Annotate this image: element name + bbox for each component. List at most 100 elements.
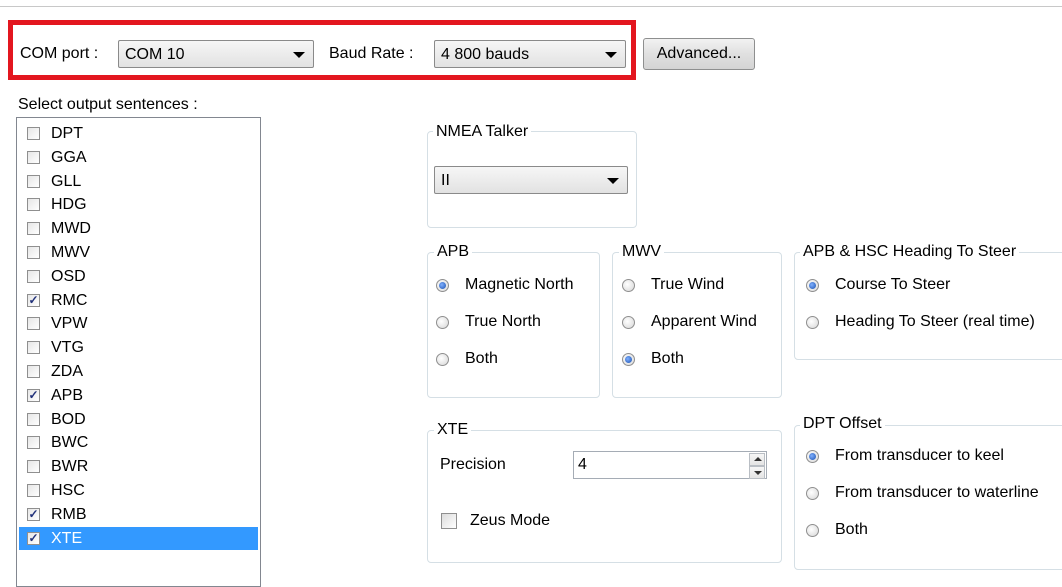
sentence-checkbox[interactable] [27,150,40,164]
radio-dot [809,453,816,460]
radio-dot [625,356,632,363]
apb-radio[interactable] [436,279,449,292]
list-item[interactable]: ✓ APB [19,384,258,407]
sentences-listbox[interactable]: DPT GGA GLL HDG MWD MWV OSD ✓ RMC VPW VTG ZDA ✓ APB BO… [16,117,261,587]
baud-rate-label: Baud Rate : [329,45,414,62]
list-item[interactable]: MWD [19,217,258,240]
sentence-checkbox[interactable] [27,484,40,497]
sentence-checkbox[interactable] [27,365,40,378]
list-item[interactable]: OSD [19,265,258,288]
sentence-label: HDG [51,196,87,214]
apb-radio[interactable] [436,353,449,366]
list-item[interactable]: BOD [19,408,258,431]
stepper-up-button[interactable] [749,453,765,466]
list-item[interactable]: VPW [19,312,258,335]
sentence-label: RMB [51,505,87,523]
list-item[interactable]: ✓ RMC [19,289,258,312]
sentence-label: OSD [51,267,86,285]
arrow-down-icon [754,471,762,475]
sentence-checkbox[interactable] [27,317,40,331]
sentence-checkbox[interactable] [27,127,40,140]
sentence-label: RMC [51,291,88,309]
arrow-up-icon [754,457,762,461]
chevron-down-icon [605,52,617,58]
dpt-radio[interactable] [806,487,819,500]
xte-group [427,430,782,563]
sentence-checkbox[interactable]: ✓ [27,293,40,307]
dpt-option-label: From transducer to waterline [835,484,1039,501]
mwv-radio[interactable] [622,279,635,292]
sentence-label: BWC [51,434,89,452]
chevron-down-icon [293,52,305,58]
sentences-label: Select output sentences : [18,96,198,113]
sentence-checkbox[interactable] [27,341,40,355]
list-item[interactable]: VTG [19,336,258,359]
steer-radio[interactable] [806,316,819,329]
sentence-label: MWV [51,244,91,261]
sentence-checkbox[interactable]: ✓ [27,531,40,545]
list-item[interactable]: GLL [19,170,258,193]
sentence-label: GLL [51,172,82,190]
nmea-talker-title: NMEA Talker [433,122,532,142]
sentence-label: VTG [51,339,84,357]
sentence-checkbox[interactable] [27,460,40,474]
sentence-label: APB [51,386,84,404]
dpt-radio[interactable] [806,524,819,537]
list-item[interactable]: HSC [19,479,258,502]
radio-dot [809,282,816,289]
list-item[interactable]: BWR [19,455,258,478]
zeus-mode-label: Zeus Mode [470,512,551,529]
list-item[interactable]: ✓ RMB [19,503,258,526]
mwv-option-label: True Wind [651,276,725,293]
precision-stepper[interactable]: 4 [573,451,767,479]
sentence-checkbox[interactable] [27,412,40,426]
radio-dot [439,282,446,289]
sentence-label: GGA [51,148,87,166]
nmea-talker-select[interactable]: II [434,166,628,194]
sentence-checkbox[interactable] [27,198,40,212]
sentence-checkbox[interactable]: ✓ [27,388,40,402]
sentence-label: ZDA [51,363,83,380]
dpt-radio[interactable] [806,450,819,463]
list-item[interactable]: DPT [19,122,258,145]
steer-radio[interactable] [806,279,819,292]
list-item[interactable]: MWV [19,241,258,264]
dpt-option-label: Both [835,521,868,538]
mwv-option-label: Both [651,350,684,367]
list-item[interactable]: ✓ XTE [19,526,258,550]
apb-option-label: Magnetic North [465,276,574,293]
precision-label: Precision [440,456,506,473]
stepper-down-button[interactable] [749,466,765,479]
list-item[interactable]: HDG [19,193,258,216]
sentence-label: VPW [51,315,88,333]
sentence-checkbox[interactable] [27,436,40,450]
sentence-label: BOD [51,410,86,428]
precision-value: 4 [578,456,587,473]
com-port-label: COM port : [20,45,99,62]
top-divider [0,6,1062,7]
mwv-radio[interactable] [622,353,635,366]
sentence-label: XTE [51,529,83,547]
sentence-checkbox[interactable] [27,222,40,236]
zeus-mode-checkbox[interactable] [441,513,457,529]
list-item[interactable]: BWC [19,431,258,454]
baud-rate-value: 4 800 bauds [441,46,530,63]
apb-radio[interactable] [436,316,449,329]
list-item[interactable]: ZDA [19,360,258,383]
chevron-down-icon [607,178,619,184]
list-item[interactable]: GGA [19,146,258,169]
advanced-button[interactable]: Advanced... [643,38,755,70]
steer-option-label: Heading To Steer (real time) [835,313,1035,330]
com-port-select[interactable]: COM 10 [118,40,314,68]
sentence-checkbox[interactable] [27,246,40,259]
baud-rate-select[interactable]: 4 800 bauds [434,40,626,68]
mwv-radio[interactable] [622,316,635,329]
sentence-checkbox[interactable] [27,269,40,283]
sentence-label: HSC [51,482,85,499]
sentence-checkbox[interactable] [27,174,40,188]
apb-title: APB [434,242,473,262]
steer-option-label: Course To Steer [835,276,951,293]
sentence-label: MWD [51,220,91,238]
heading-to-steer-group [794,252,1062,360]
sentence-checkbox[interactable]: ✓ [27,507,40,521]
